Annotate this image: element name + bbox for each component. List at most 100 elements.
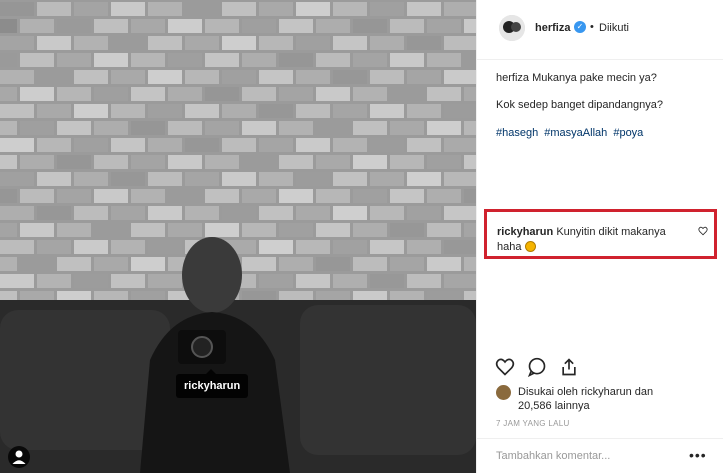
- brick: [0, 274, 34, 288]
- brick: [37, 206, 71, 220]
- brick: [222, 2, 256, 16]
- brick: [333, 206, 367, 220]
- brick: [279, 121, 313, 135]
- person-tag-icon[interactable]: [8, 446, 30, 468]
- brick: [111, 2, 145, 16]
- brick: [333, 2, 367, 16]
- brick: [57, 189, 91, 203]
- highlighted-comment: rickyharun Kunyitin dikit makanya haha: [484, 209, 717, 259]
- caption-line: Kok sedep banget dipandangnya?: [496, 99, 663, 111]
- share-icon[interactable]: [559, 357, 579, 377]
- brick: [370, 2, 404, 16]
- brick: [464, 121, 476, 135]
- follow-status-button[interactable]: Diikuti: [599, 22, 629, 34]
- brick: [296, 274, 330, 288]
- brick: [353, 257, 387, 271]
- user-tag-badge[interactable]: rickyharun: [176, 369, 249, 398]
- comment-input[interactable]: Tambahkan komentar...: [496, 450, 610, 462]
- brick: [205, 189, 239, 203]
- brick: [353, 121, 387, 135]
- brick: [333, 104, 367, 118]
- brick: [148, 2, 182, 16]
- heart-icon[interactable]: [698, 226, 708, 236]
- brick: [57, 19, 91, 33]
- brick: [222, 172, 256, 186]
- brick: [407, 2, 441, 16]
- comment-icon[interactable]: [527, 357, 547, 377]
- brick: [131, 257, 165, 271]
- post-timestamp[interactable]: 7 JAM YANG LALU: [496, 419, 570, 428]
- brick: [242, 223, 276, 237]
- brick: [390, 19, 424, 33]
- brick: [37, 274, 71, 288]
- brick: [94, 257, 128, 271]
- brick: [168, 155, 202, 169]
- brick: [427, 155, 461, 169]
- hashtag-row: #hasegh #masyaAllah #poya: [496, 126, 646, 140]
- brick: [205, 53, 239, 67]
- brick: [427, 257, 461, 271]
- emoji-icon: [524, 241, 536, 252]
- brick: [333, 36, 367, 50]
- brick: [222, 206, 256, 220]
- brick: [259, 274, 293, 288]
- brick: [242, 155, 276, 169]
- brick: [444, 2, 476, 16]
- brick: [316, 121, 350, 135]
- brick: [407, 138, 441, 152]
- brick: [259, 206, 293, 220]
- brick: [444, 240, 476, 254]
- brick: [131, 19, 165, 33]
- brick: [148, 240, 182, 254]
- brick: [296, 240, 330, 254]
- liker-avatar[interactable]: [496, 385, 511, 400]
- hashtag-link[interactable]: #hasegh: [496, 127, 538, 139]
- brick: [20, 19, 54, 33]
- brick: [168, 189, 202, 203]
- likes-text[interactable]: Disukai oleh rickyharun dan 20,586 lainn…: [518, 385, 678, 413]
- photo-artwork: [0, 0, 476, 473]
- brick: [390, 121, 424, 135]
- brick: [111, 70, 145, 84]
- brick: [94, 121, 128, 135]
- brick: [296, 206, 330, 220]
- brick: [464, 19, 476, 33]
- brick: [259, 36, 293, 50]
- post-photo[interactable]: rickyharun: [0, 0, 476, 473]
- brick: [74, 138, 108, 152]
- brick: [427, 189, 461, 203]
- more-options-icon[interactable]: •••: [689, 447, 707, 463]
- brick: [444, 36, 476, 50]
- brick: [279, 19, 313, 33]
- brick: [427, 53, 461, 67]
- brick: [20, 257, 54, 271]
- brick: [111, 206, 145, 220]
- brick: [370, 104, 404, 118]
- brick: [205, 155, 239, 169]
- hashtag-link[interactable]: #poya: [613, 127, 643, 139]
- brick: [427, 223, 461, 237]
- heart-icon[interactable]: [495, 357, 515, 377]
- brick: [242, 121, 276, 135]
- post-username[interactable]: herfiza: [535, 22, 570, 34]
- brick: [242, 189, 276, 203]
- brick: [37, 172, 71, 186]
- brick: [205, 19, 239, 33]
- brick: [390, 257, 424, 271]
- avatar[interactable]: [499, 15, 525, 41]
- brick: [353, 155, 387, 169]
- brick: [57, 87, 91, 101]
- brick: [0, 223, 17, 237]
- brick: [131, 121, 165, 135]
- hashtag-link[interactable]: #masyaAllah: [544, 127, 607, 139]
- comment-username[interactable]: rickyharun: [497, 226, 553, 238]
- brick: [74, 240, 108, 254]
- brick: [0, 240, 34, 254]
- brick: [20, 155, 54, 169]
- brick: [20, 223, 54, 237]
- brick: [464, 53, 476, 67]
- brick: [407, 104, 441, 118]
- brick: [205, 87, 239, 101]
- brick: [353, 19, 387, 33]
- brick: [427, 121, 461, 135]
